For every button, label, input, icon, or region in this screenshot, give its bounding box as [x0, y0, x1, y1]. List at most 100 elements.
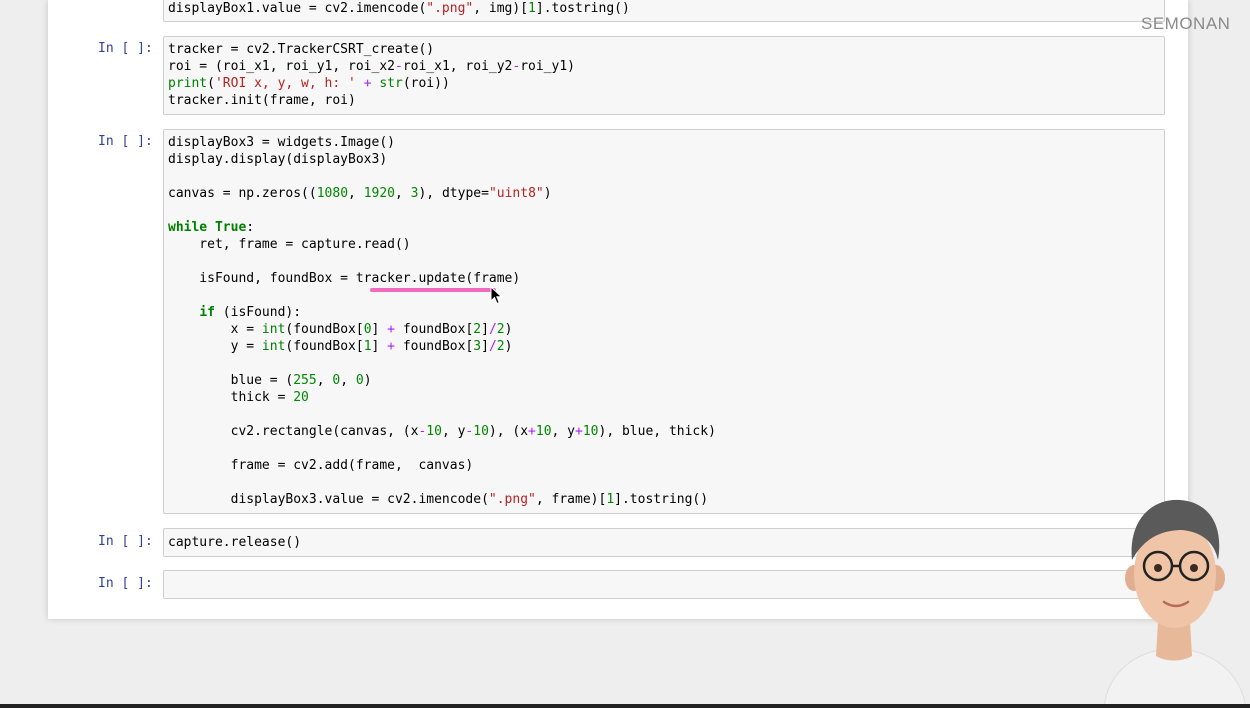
code-token: ] [371, 322, 388, 337]
code-token: str [379, 76, 403, 91]
cell-4-prompt: In [ ]: [98, 534, 153, 549]
code-token: 2 [496, 322, 505, 337]
code-token: 1920 [363, 186, 395, 201]
code-token: ) [504, 339, 513, 354]
code-token: (foundBox[ [285, 322, 364, 337]
code-token: + [387, 322, 395, 337]
code-token: / [488, 339, 497, 354]
code-token: displayBox1.value = cv2.imencode( [168, 1, 427, 16]
code-token: (isFound): [214, 305, 302, 320]
code-cell-1-code: displayBox1.value = cv2.imencode(".png",… [168, 0, 630, 17]
code-token: ), (x [488, 424, 529, 439]
code-token: ), dtype= [418, 186, 489, 201]
code-token: + [575, 424, 583, 439]
code-token: 10 [426, 424, 442, 439]
code-token: cv2.rectangle(canvas, (x [168, 424, 419, 439]
code-token: canvas = np.zeros(( [168, 186, 317, 201]
code-cell-4-input[interactable] [163, 528, 1165, 557]
code-token: 1 [528, 1, 536, 16]
code-line: y = int(foundBox[1] + foundBox[3]/2) [168, 338, 716, 355]
code-token: 0 [355, 373, 364, 388]
code-token: (foundBox[ [285, 339, 364, 354]
code-token: 10 [582, 424, 599, 439]
code-token: foundBox[ [395, 339, 474, 354]
code-line: displayBox3 = widgets.Image() [168, 134, 716, 151]
code-cell-5-input[interactable] [163, 570, 1165, 599]
cell-5-prompt: In [ ]: [98, 576, 153, 591]
code-token: : [246, 220, 255, 235]
code-token: ), blue, thick) [598, 424, 716, 439]
code-token: , [395, 186, 411, 201]
code-line: roi = (roi_x1, roi_y1, roi_x2-roi_x1, ro… [168, 58, 575, 75]
code-token: ( [207, 76, 215, 91]
code-token: ".png" [426, 1, 474, 16]
code-token: True [214, 220, 247, 235]
code-token: ] [481, 322, 489, 337]
code-line: capture.release() [168, 534, 301, 551]
code-token: 'ROI x, y, w, h: ' [214, 76, 356, 91]
code-cell-2-code: tracker = cv2.TrackerCSRT_create() roi = … [168, 41, 575, 109]
code-line: isFound, foundBox = tracker.update(frame… [168, 270, 716, 287]
code-token: int [261, 339, 286, 354]
code-token: 255 [293, 373, 317, 388]
code-token: displayBox3 = widgets.Image() [168, 135, 395, 150]
code-token: ) [504, 322, 513, 337]
code-token: , y [441, 424, 466, 439]
code-token: , [340, 373, 356, 388]
code-token: , [316, 373, 333, 388]
code-token: ret, frame = capture.read() [168, 237, 411, 252]
code-token: ] [481, 339, 489, 354]
code-token: frame = cv2.add(frame, canvas) [168, 458, 474, 473]
code-token: + [528, 424, 536, 439]
code-token: x = [168, 322, 262, 337]
code-token: ".png" [488, 492, 536, 507]
code-token: int [261, 322, 286, 337]
code-token: ].tostring() [614, 492, 709, 507]
code-token: isFound, foundBox = tracker.update(frame… [168, 271, 521, 286]
code-token: 1080 [316, 186, 349, 201]
code-line: thick = 20 [168, 389, 716, 406]
code-token: print [168, 76, 208, 91]
code-token: roi = (roi_x1, roi_y1, roi_x2 [168, 59, 395, 74]
bottom-bar [0, 704, 1250, 708]
cell-3-prompt: In [ ]: [98, 134, 153, 149]
cell-2-prompt: In [ ]: [98, 41, 153, 56]
code-token: / [488, 322, 497, 337]
code-line: displayBox3.value = cv2.imencode(".png",… [168, 491, 716, 508]
code-token: 2 [496, 339, 505, 354]
mouse-cursor-icon [490, 286, 503, 305]
code-line: canvas = np.zeros((1080, 1920, 3), dtype… [168, 185, 716, 202]
code-cell-3-code: displayBox3 = widgets.Image() display.dis… [168, 134, 716, 508]
code-token: , y [551, 424, 576, 439]
code-token: thick = [168, 390, 294, 405]
code-token: while [168, 220, 208, 235]
code-token: tracker = cv2.TrackerCSRT_create() [168, 42, 435, 57]
code-token: roi_y1) [520, 59, 576, 74]
code-token: 1 [606, 492, 615, 507]
code-token: 2 [473, 322, 482, 337]
code-token: ].tostring() [535, 1, 630, 16]
highlight-underline [370, 288, 496, 292]
code-token: 10 [535, 424, 552, 439]
code-token: display.display(displayBox3) [168, 152, 388, 167]
code-line: blue = (255, 0, 0) [168, 372, 716, 389]
code-token: 20 [293, 390, 309, 405]
watermark-text: SEMONAN [1141, 14, 1231, 33]
code-line: print('ROI x, y, w, h: ' + str(roi)) [168, 75, 575, 92]
code-token: foundBox[ [395, 322, 474, 337]
code-token: 3 [473, 339, 482, 354]
code-cell-4-code: capture.release() [168, 534, 301, 551]
code-line: ret, frame = capture.read() [168, 236, 716, 253]
code-token: + [363, 76, 372, 91]
code-line: tracker = cv2.TrackerCSRT_create() [168, 41, 575, 58]
code-line: frame = cv2.add(frame, canvas) [168, 457, 716, 474]
code-token: - [394, 59, 403, 74]
